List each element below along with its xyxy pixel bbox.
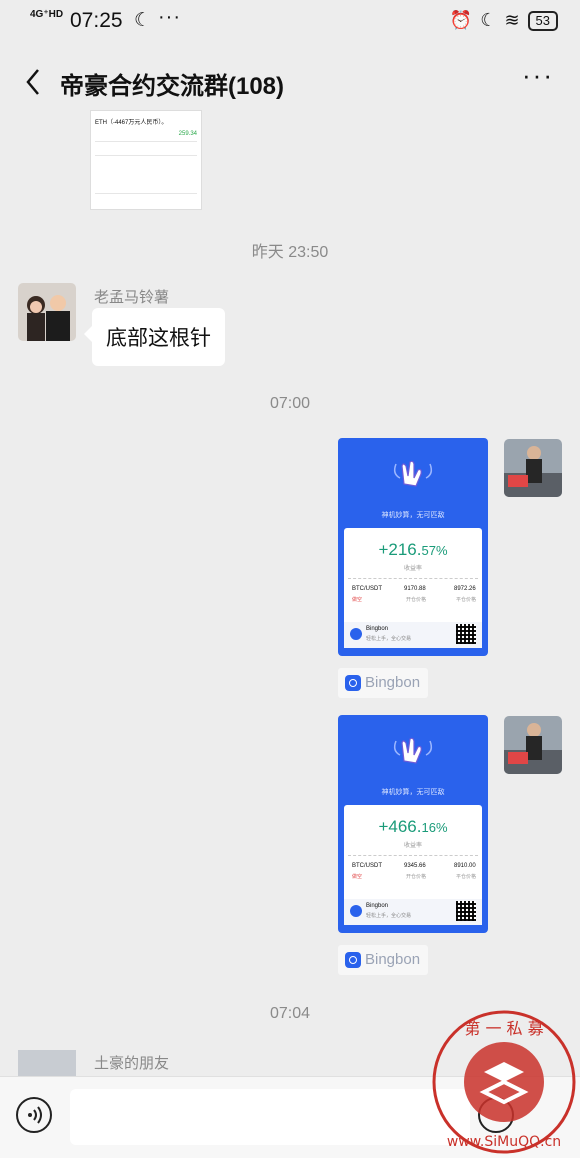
open-label: 开仓价格	[406, 874, 427, 880]
message-input[interactable]	[70, 1089, 470, 1145]
close-label: 平仓价格	[456, 874, 477, 880]
svg-text:www.SiMuQQ.cn: www.SiMuQQ.cn	[447, 1134, 561, 1150]
dashed-divider	[348, 578, 478, 579]
brand-name: Bingbon	[366, 903, 389, 909]
sender-name: 老孟马铃薯	[94, 289, 170, 306]
battery-icon: 53	[527, 10, 558, 31]
position-tag: 做空	[352, 597, 363, 603]
back-button[interactable]	[16, 62, 56, 102]
network-indicator: 4G⁺HD	[30, 9, 64, 20]
bingbon-app-icon	[345, 675, 361, 691]
qr-code-icon	[456, 901, 476, 921]
divider	[95, 193, 197, 194]
profit-percent: +466.16%	[378, 817, 448, 836]
close-price: 8910.00	[454, 863, 476, 869]
profit-card[interactable]: 神机妙算，无可匹敌 +466.16% 收益率 BTC/USDT 9345.66 …	[338, 715, 488, 933]
nav-bar: 帝豪合约交流群(108) ···	[0, 50, 580, 110]
shared-image-thumbnail[interactable]: ETH（-4467万元人民币）。 259.34	[90, 110, 202, 210]
profit-card[interactable]: 神机妙算，无可匹敌 +216.57% 收益率 BTC/USDT 9170.88 …	[338, 438, 488, 656]
status-time: 07:25	[70, 9, 123, 32]
bingbon-logo-icon	[350, 905, 362, 917]
status-right: ⏰ ☾ ≋ 53	[450, 10, 558, 31]
source-name: Bingbon	[365, 674, 421, 691]
sender-name: 土豪的朋友	[94, 1055, 170, 1072]
position-tag: 做空	[352, 874, 363, 880]
source-tag[interactable]: Bingbon	[338, 945, 428, 975]
chevron-left-icon	[26, 69, 39, 95]
thumbnail-headline: ETH（-4467万元人民币）。	[95, 120, 168, 126]
open-price: 9345.66	[404, 863, 426, 869]
wifi-icon: ≋	[504, 10, 520, 30]
more-options-button[interactable]: ···	[522, 60, 554, 91]
hand-gesture-icon	[393, 460, 433, 487]
close-price: 8972.26	[454, 586, 476, 592]
alarm-icon: ⏰	[449, 10, 473, 30]
dnd-moon-icon: ☾	[480, 10, 497, 30]
bingbon-app-icon	[345, 952, 361, 968]
watermark-stamp: 第 一 私 募 www.SiMuQQ.cn	[432, 1010, 576, 1154]
brand-tagline: 轻松上手，全心交易	[366, 913, 412, 919]
thumbnail-green-value: 259.34	[178, 131, 197, 137]
close-label: 平仓价格	[456, 597, 477, 603]
card-footer: Bingbon 轻松上手，全心交易	[344, 622, 482, 648]
notification-dots-icon: ···	[158, 6, 181, 28]
trading-pair: BTC/USDT	[352, 586, 382, 592]
source-tag[interactable]: Bingbon	[338, 668, 428, 698]
open-label: 开仓价格	[406, 597, 427, 603]
status-bar: 4G⁺HD 07:25 ☾ ··· ⏰ ☾ ≋ 53	[0, 0, 580, 44]
timestamp: 昨天 23:50	[251, 244, 329, 261]
dashed-divider	[348, 855, 478, 856]
avatar[interactable]	[18, 283, 76, 341]
profit-label: 收益率	[403, 843, 422, 849]
card-slogan: 神机妙算，无可匹敌	[381, 789, 445, 796]
profit-label: 收益率	[403, 566, 422, 572]
brand-tagline: 轻松上手，全心交易	[366, 636, 412, 642]
card-slogan: 神机妙算，无可匹敌	[381, 512, 445, 519]
divider	[95, 141, 197, 142]
chat-title: 帝豪合约交流群(108)	[60, 73, 285, 100]
avatar[interactable]	[18, 1050, 76, 1076]
moon-icon: ☾	[134, 10, 152, 31]
trading-pair: BTC/USDT	[352, 863, 382, 869]
bingbon-logo-icon	[350, 628, 362, 640]
card-footer: Bingbon 轻松上手，全心交易	[344, 899, 482, 925]
divider	[95, 155, 197, 156]
card-panel: +216.57% 收益率 BTC/USDT 9170.88 8972.26 做空…	[344, 528, 482, 648]
brand-name: Bingbon	[366, 626, 389, 632]
svg-text:第 一 私 募: 第 一 私 募	[464, 1019, 543, 1038]
voice-input-button[interactable]	[16, 1097, 52, 1133]
timestamp: 07:00	[269, 395, 311, 412]
card-panel: +466.16% 收益率 BTC/USDT 9345.66 8910.00 做空…	[344, 805, 482, 925]
voice-icon	[28, 1106, 42, 1124]
qr-code-icon	[456, 624, 476, 644]
message-bubble[interactable]: 底部这根针	[84, 308, 225, 366]
my-avatar[interactable]	[504, 716, 562, 774]
my-avatar[interactable]	[504, 439, 562, 497]
source-name: Bingbon	[365, 951, 421, 968]
profit-percent: +216.57%	[378, 540, 448, 559]
open-price: 9170.88	[404, 586, 426, 592]
hand-gesture-icon	[393, 737, 433, 764]
